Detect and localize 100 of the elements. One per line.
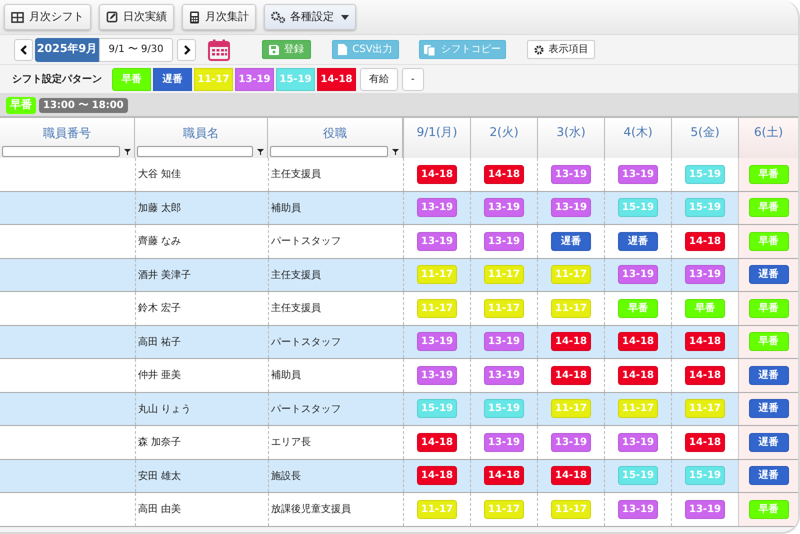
shift-chip[interactable]: 遅番: [748, 399, 788, 418]
shift-chip[interactable]: 13-19: [417, 198, 457, 218]
shift-chip[interactable]: 13-19: [685, 265, 725, 284]
shift-chip[interactable]: 13-19: [484, 432, 524, 452]
current-pattern-tag: 早番: [6, 97, 36, 114]
shift-pattern-button[interactable]: 13-19: [235, 68, 274, 90]
shift-chip[interactable]: 13-19: [618, 164, 658, 184]
shift-chip[interactable]: 14-18: [685, 332, 725, 352]
calendar-icon[interactable]: [208, 38, 230, 60]
filter-field[interactable]: [270, 146, 388, 157]
staff-name: 高田 祐子: [138, 336, 182, 348]
toolbar-button[interactable]: 月次集計: [182, 4, 256, 30]
table-row[interactable]: 高田 由美 放課後児童支援員 11-17 11-17 11-17 13-19 13-19 早番: [0, 493, 798, 526]
table-row[interactable]: 高田 祐子 パートスタッフ 13-19 13-19 14-18 14-18 14-18 早番: [0, 326, 798, 359]
month-label: 2025年9月: [35, 38, 99, 62]
shift-chip[interactable]: 14-18: [551, 366, 591, 385]
shift-chip[interactable]: 遅番: [618, 232, 658, 251]
shift-chip[interactable]: 13-19: [618, 500, 658, 519]
filter-icon[interactable]: [392, 148, 399, 154]
save-button[interactable]: 登録: [262, 40, 311, 59]
shift-chip[interactable]: 14-18: [417, 164, 457, 184]
toolbar-button[interactable]: 各種設定: [264, 4, 356, 30]
shift-chip[interactable]: 14-18: [551, 332, 591, 352]
shift-chip[interactable]: 14-18: [417, 432, 457, 452]
shift-chip[interactable]: 14-18: [551, 466, 591, 486]
column-title: 職員番号: [42, 125, 92, 142]
staff-role: 放課後児童支援員: [271, 504, 351, 515]
filter-icon[interactable]: [257, 148, 264, 154]
shift-chip[interactable]: 遅番: [748, 265, 788, 284]
next-month-button[interactable]: [177, 38, 196, 60]
chevron-left-icon: [20, 44, 28, 54]
shift-chip[interactable]: 14-18: [417, 466, 457, 486]
day-header: 9/1(月): [403, 118, 470, 158]
table-row[interactable]: 大谷 知佳 主任支援員 14-18 14-18 13-19 13-19 15-19 早番: [0, 158, 798, 192]
caret-icon: [341, 14, 349, 20]
table-row[interactable]: 安田 雄太 施設長 14-18 14-18 14-18 15-19 15-19 遅番: [0, 460, 798, 493]
shift-chip[interactable]: 13-19: [618, 432, 658, 452]
day-header: 3(水): [537, 118, 604, 158]
staff-name: 高田 由美: [138, 504, 182, 515]
filter-field[interactable]: [2, 146, 120, 157]
file-icon: [338, 44, 348, 55]
shift-chip[interactable]: 14-18: [685, 432, 725, 452]
staff-name: 大谷 知佳: [138, 169, 182, 180]
shift-chip[interactable]: 遅番: [748, 366, 788, 385]
shift-chip[interactable]: 13-19: [417, 332, 457, 352]
shift-chip[interactable]: 13-19: [484, 198, 524, 218]
shift-chip[interactable]: 遅番: [748, 466, 788, 486]
shift-chip[interactable]: 遅番: [748, 432, 788, 452]
filter-field[interactable]: [137, 146, 253, 157]
shift-pattern-button[interactable]: 14-18: [317, 68, 356, 90]
staff-role: 補助員: [271, 370, 301, 381]
staff-role: パートスタッフ: [271, 336, 341, 348]
staff-name: 仲井 亜美: [138, 370, 182, 381]
shift-chip[interactable]: 13-19: [417, 232, 457, 251]
staff-role: パートスタッフ: [271, 404, 341, 414]
table-row[interactable]: 森 加奈子 エリア長 14-18 13-19 13-19 13-19 14-18 遅番: [0, 426, 798, 460]
shift-chip[interactable]: 14-18: [618, 332, 658, 352]
shift-chip[interactable]: 13-19: [551, 164, 591, 184]
shift-chip[interactable]: 13-19: [685, 500, 725, 519]
shift-chip[interactable]: 14-18: [685, 232, 725, 251]
shift-chip[interactable]: 14-18: [685, 366, 725, 385]
column-title: 職員名: [182, 125, 220, 142]
pattern-label: シフト設定パターン: [12, 72, 102, 86]
shift-chip[interactable]: 13-19: [551, 432, 591, 452]
pattern-button[interactable]: 有給: [360, 68, 398, 90]
staff-role: パートスタッフ: [271, 236, 341, 247]
table-icon: [11, 10, 24, 24]
staff-name: 酒井 美津子: [138, 270, 192, 280]
edit-icon: [106, 11, 118, 23]
shift-chip[interactable]: 13-19: [618, 265, 658, 284]
table-row[interactable]: 齊藤 なみ パートスタッフ 13-19 13-19 遅番 遅番 14-18 早番: [0, 225, 798, 258]
pattern-button[interactable]: -: [402, 68, 424, 90]
table-row[interactable]: 酒井 美津子 主任支援員 11-17 11-17 11-17 13-19 13-19 遅番: [0, 258, 798, 292]
day-header: 5(金): [671, 118, 738, 158]
shift-chip[interactable]: 14-18: [484, 466, 524, 486]
staff-name: 加藤 太郎: [138, 202, 182, 214]
shift-pattern-button[interactable]: 遅番: [153, 68, 192, 90]
shift-copy-button[interactable]: シフトコピー: [419, 40, 506, 59]
table-row[interactable]: 加藤 太郎 補助員 13-19 13-19 13-19 15-19 15-19 早番: [0, 192, 798, 225]
csv-export-button[interactable]: CSV出力: [332, 40, 399, 59]
shift-chip[interactable]: 14-18: [618, 366, 658, 385]
staff-role: 主任支援員: [271, 303, 321, 314]
settings-icon: [271, 11, 285, 23]
table-row[interactable]: 仲井 亜美 補助員 13-19 13-19 14-18 14-18 14-18 遅番: [0, 359, 798, 392]
shift-chip[interactable]: 13-19: [551, 198, 591, 218]
shift-chip[interactable]: 13-19: [484, 232, 524, 251]
filter-icon[interactable]: [124, 148, 131, 154]
display-items-button[interactable]: 表示項目: [527, 40, 595, 59]
toolbar-button[interactable]: 月次シフト: [4, 4, 91, 30]
shift-chip[interactable]: 13-19: [484, 366, 524, 385]
day-header: 6(土): [738, 118, 798, 158]
shift-chip[interactable]: 13-19: [417, 366, 457, 385]
shift-chip[interactable]: 14-18: [484, 164, 524, 184]
copy-icon: [424, 44, 436, 56]
table-row[interactable]: 丸山 りょう パートスタッフ 15-19 15-19 11-17 11-17 11-17 遅番: [0, 392, 798, 426]
toolbar-button[interactable]: 日次実績: [99, 4, 174, 30]
shift-chip[interactable]: 13-19: [484, 332, 524, 352]
staff-name: 森 加奈子: [138, 437, 182, 448]
previous-month-button[interactable]: [14, 38, 33, 60]
shift-chip[interactable]: 遅番: [551, 232, 591, 251]
